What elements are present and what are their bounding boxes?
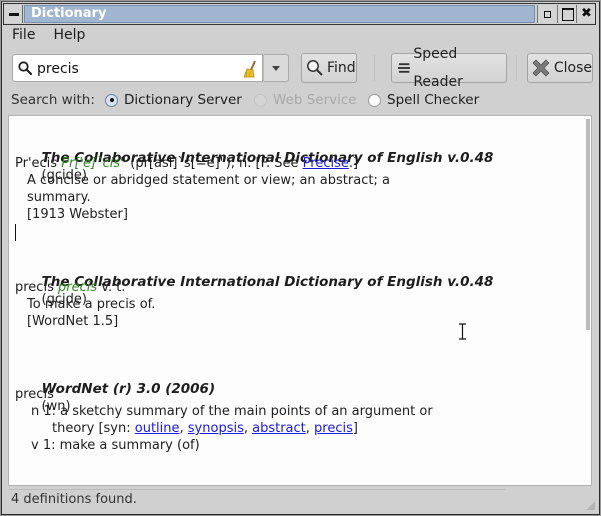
synonym-link[interactable]: outline [135, 421, 180, 436]
scrollbar-thumb[interactable] [586, 119, 590, 330]
status-text: 4 definitions found. [11, 492, 137, 507]
window-title: Dictionary [24, 5, 535, 23]
headword: precis [15, 280, 54, 295]
window-close-button[interactable]: ✖ [576, 5, 595, 23]
pronunciation: Pr['e]`cis [61, 156, 121, 171]
entry-text: .] [348, 156, 359, 171]
broom-icon[interactable] [241, 59, 259, 79]
status-separator [8, 489, 506, 490]
sense-text: theory [syn: [52, 421, 135, 436]
citation-line: [1913 Webster] [27, 207, 128, 222]
vertical-scrollbar[interactable] [586, 116, 591, 485]
close-x-icon [532, 59, 550, 77]
definition-line: To make a precis of. [27, 297, 156, 312]
dictionary-name: WordNet (r) 3.0 (2006) [41, 381, 216, 397]
text-caret [15, 224, 16, 241]
entry-headline: Pr'ecis Pr['e]`cis" (pr[asl]`s[=e]"), n.… [15, 155, 358, 172]
radio-indicator [254, 93, 267, 107]
radio-web-service: Web Service [254, 92, 357, 108]
menubar: File Help [3, 25, 94, 47]
radio-indicator[interactable] [368, 93, 381, 107]
synonym-link[interactable]: synopsis [188, 421, 244, 436]
definition-line: summary. [27, 190, 91, 205]
synonym-link[interactable]: precis [314, 421, 353, 436]
find-button[interactable]: Find [301, 53, 357, 83]
toolbar-separator [374, 55, 375, 81]
menu-help[interactable]: Help [44, 25, 94, 47]
pronunciation: precis [57, 280, 98, 295]
definitions-view[interactable]: The Collaborative International Dictiona… [8, 115, 592, 486]
menu-file[interactable]: File [3, 25, 44, 47]
part-of-speech: v. t. [97, 280, 126, 295]
search-combo[interactable] [12, 54, 263, 82]
search-history-dropdown[interactable] [263, 54, 289, 82]
title-bar[interactable]: Dictionary ✖ [3, 3, 596, 25]
sense-line: theory [syn: outline, synopsis, abstract… [52, 421, 358, 436]
close-button[interactable]: Close [527, 53, 593, 83]
sense-line: v 1: make a summary (of) [31, 438, 200, 453]
link-precise[interactable]: Precise [303, 156, 349, 171]
radio-label: Web Service [273, 92, 357, 108]
ibeam-cursor-icon [459, 323, 466, 340]
resize-grip-icon[interactable] [586, 501, 595, 510]
radio-dictionary-server[interactable]: Dictionary Server [105, 92, 242, 108]
radio-spell-checker[interactable]: Spell Checker [368, 92, 479, 108]
minimize-button[interactable] [537, 5, 556, 23]
search-input[interactable] [37, 59, 237, 79]
synonym-link[interactable]: abstract [252, 421, 306, 436]
magnifier-icon [307, 60, 323, 76]
search-with-label: Search with: [11, 92, 95, 108]
definition-line: A concise or abridged statement or view;… [27, 173, 390, 188]
search-icon [18, 61, 32, 75]
headword: Pr'ecis [15, 156, 58, 171]
sense-line: n 1: a sketchy summary of the main point… [31, 404, 433, 419]
radio-label: Spell Checker [387, 92, 480, 108]
window-menu-button[interactable] [5, 5, 23, 23]
radio-label: Dictionary Server [124, 92, 242, 108]
speed-reader-label: Speed Reader [413, 46, 463, 90]
radio-indicator[interactable] [105, 93, 118, 107]
close-label: Close [553, 60, 592, 76]
entry-headline: precis precis v. t. [15, 279, 125, 296]
close-icon: ✖ [581, 6, 592, 21]
citation-line: [WordNet 1.5] [27, 314, 119, 329]
find-label: Find [327, 60, 356, 76]
toolbar-separator [516, 55, 517, 81]
lines-icon [398, 63, 411, 73]
entry-text: " (pr[asl]`s[=e]"), n. [F. See [120, 156, 303, 171]
speed-reader-button[interactable]: Speed Reader [391, 46, 507, 90]
headword: precis [15, 387, 54, 402]
maximize-button[interactable] [557, 5, 576, 23]
